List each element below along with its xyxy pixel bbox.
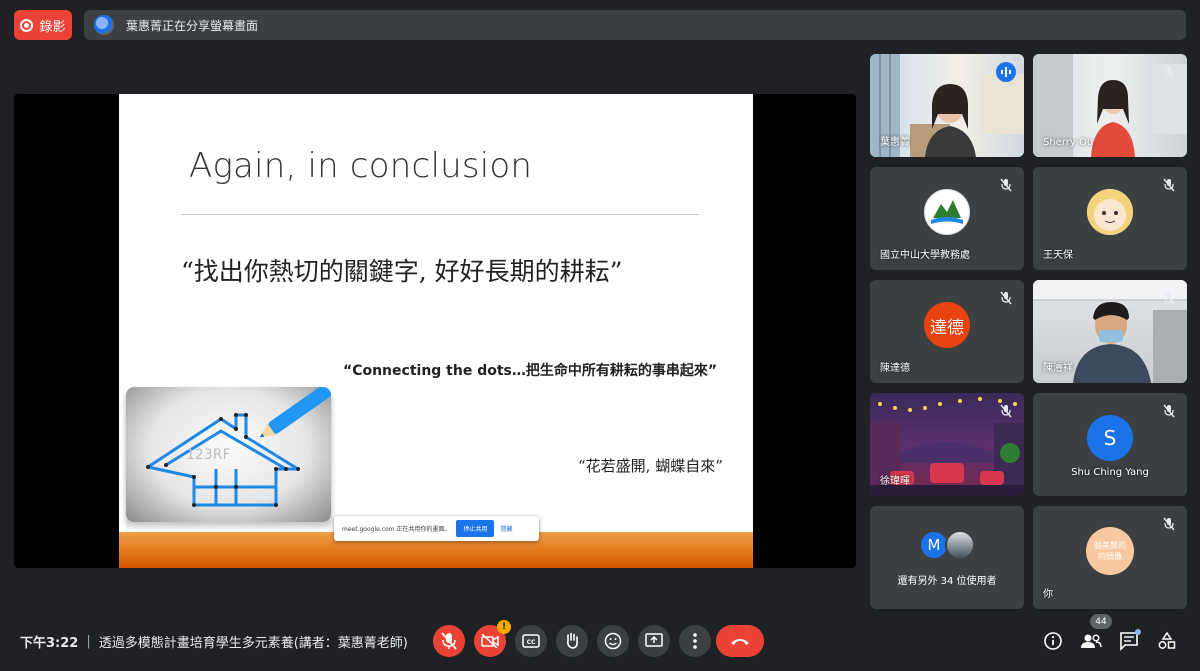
activities-button[interactable] bbox=[1155, 629, 1179, 653]
more-participants-tile[interactable]: M 還有另外 34 位使用者 bbox=[870, 506, 1024, 609]
participant-name: 陳達德 bbox=[880, 363, 910, 374]
hide-popup-button[interactable]: 隱藏 bbox=[500, 524, 512, 533]
participant-tile-2[interactable]: Sherry Ou bbox=[1033, 54, 1187, 157]
activities-icon bbox=[1158, 631, 1176, 649]
logo-icon bbox=[931, 200, 963, 225]
share-banner-text: 葉惠菁正在分享螢幕畫面 bbox=[126, 18, 259, 33]
participant-tile-3[interactable]: 國立中山大學教務處 bbox=[870, 167, 1024, 270]
slide-quote-flowers: “花若盛開, 蝴蝶自來” bbox=[578, 457, 723, 475]
initials-avatar: S bbox=[1087, 415, 1133, 462]
more-participants-label: 還有另外 34 位使用者 bbox=[897, 576, 997, 587]
svg-text:CC: CC bbox=[527, 639, 536, 646]
hang-up-icon bbox=[731, 639, 749, 645]
captions-button[interactable]: CC bbox=[515, 625, 547, 657]
raise-hand-button[interactable] bbox=[556, 625, 588, 657]
slide: Again, in conclusion “找出你熱切的關鍵字, 好好長期的耕耘… bbox=[119, 94, 753, 568]
stop-sharing-button[interactable]: 停止共用 bbox=[456, 520, 495, 537]
meeting-info: 下午3:22 | 透過多模態計畫培育學生多元素養(講者：葉惠菁老師) bbox=[20, 632, 408, 651]
participant-name: Sherry Ou bbox=[1043, 137, 1094, 148]
more-vert-icon bbox=[693, 633, 697, 649]
camera-warning-badge: ! bbox=[497, 620, 511, 634]
participant-tile-1[interactable]: 葉惠菁 bbox=[870, 54, 1024, 157]
mic-muted-icon bbox=[998, 290, 1014, 306]
more-participants-avatars: M bbox=[919, 530, 975, 561]
initials-avatar: 達德 bbox=[924, 302, 970, 349]
participant-name: 王天保 bbox=[1043, 250, 1073, 261]
presentation-area[interactable]: Again, in conclusion “找出你熱切的關鍵字, 好好長期的耕耘… bbox=[14, 94, 856, 568]
slide-quote-keywords: “找出你熱切的關鍵字, 好好長期的耕耘” bbox=[181, 257, 623, 286]
meeting-time: 下午3:22 bbox=[20, 636, 79, 651]
emoji-icon bbox=[604, 632, 622, 650]
hand-icon bbox=[567, 632, 578, 649]
presenter-avatar bbox=[94, 15, 114, 35]
participant-name: 葉惠菁 bbox=[880, 137, 910, 148]
present-screen-button[interactable] bbox=[638, 625, 670, 657]
image-watermark: 123RF bbox=[186, 447, 231, 463]
participant-name: 陳濬祥 bbox=[1043, 363, 1073, 374]
reactions-button[interactable] bbox=[597, 625, 629, 657]
mic-muted-icon bbox=[1161, 177, 1177, 193]
meeting-details-button[interactable] bbox=[1041, 629, 1065, 653]
mic-off-icon bbox=[441, 632, 457, 650]
participant-tile-7[interactable]: 徐瑋暉 bbox=[870, 393, 1024, 496]
mic-toggle-button[interactable] bbox=[433, 625, 465, 657]
slide-quote-connecting-dots: “Connecting the dots…把生命中所有耕耘的事串起來” bbox=[343, 363, 718, 379]
mic-muted-icon bbox=[998, 403, 1014, 419]
mic-muted-icon bbox=[1161, 403, 1177, 419]
participant-name: Shu Ching Yang bbox=[1071, 467, 1149, 478]
mic-muted-icon bbox=[1161, 64, 1177, 80]
participant-count-badge: 44 bbox=[1090, 614, 1112, 629]
cartoon-face-icon bbox=[1087, 189, 1133, 236]
participant-name: 你 bbox=[1043, 589, 1053, 600]
camera-toggle-button[interactable]: ! bbox=[474, 620, 511, 657]
info-icon bbox=[1044, 632, 1062, 650]
participant-name: 徐瑋暉 bbox=[880, 476, 910, 487]
slide-house-dots-image: 123RF bbox=[126, 387, 331, 522]
info-separator: | bbox=[86, 634, 91, 649]
photo-avatar bbox=[945, 530, 975, 561]
participant-tile-6[interactable]: 陳濬祥 bbox=[1033, 280, 1187, 383]
more-options-button[interactable] bbox=[679, 625, 711, 657]
self-tile[interactable]: 翁美賢的 的頭像 你 bbox=[1033, 506, 1187, 609]
screen-share-banner: 葉惠菁正在分享螢幕畫面 bbox=[84, 10, 1186, 40]
participant-tile-8[interactable]: S Shu Ching Yang bbox=[1033, 393, 1187, 496]
meet-window: 錄影 葉惠菁正在分享螢幕畫面 Again, in conclusion “找出你… bbox=[0, 0, 1200, 671]
closed-captions-icon: CC bbox=[522, 634, 540, 648]
slide-title: Again, in conclusion bbox=[189, 146, 533, 186]
participant-tile-4[interactable]: 王天保 bbox=[1033, 167, 1187, 270]
cartoon-avatar bbox=[1087, 189, 1133, 236]
present-screen-icon bbox=[645, 633, 663, 647]
people-icon bbox=[1081, 634, 1102, 648]
speaking-indicator-icon bbox=[996, 62, 1016, 82]
house-drawing-icon: 123RF bbox=[146, 387, 331, 507]
participant-tile-5[interactable]: 達德 陳達德 bbox=[870, 280, 1024, 383]
participant-name: 國立中山大學教務處 bbox=[880, 250, 970, 261]
meeting-title: 透過多模態計畫培育學生多元素養(講者：葉惠菁老師) bbox=[98, 636, 408, 651]
slide-divider bbox=[181, 214, 699, 215]
share-notification-popup: meet.google.com 正在共用你的畫面。 停止共用 隱藏 bbox=[334, 516, 539, 541]
self-avatar: 翁美賢的 的頭像 bbox=[1086, 527, 1134, 576]
camera-off-icon bbox=[481, 634, 499, 648]
chat-button[interactable] bbox=[1117, 629, 1141, 653]
slide-image-reflection bbox=[126, 522, 331, 532]
record-icon bbox=[20, 18, 34, 32]
people-button[interactable] bbox=[1079, 629, 1103, 653]
mic-muted-icon bbox=[998, 177, 1014, 193]
leave-call-button[interactable] bbox=[716, 625, 764, 657]
unread-indicator bbox=[1135, 629, 1141, 635]
university-logo-avatar bbox=[924, 189, 970, 236]
mic-muted-icon bbox=[1161, 290, 1177, 306]
mic-muted-icon bbox=[1161, 516, 1177, 532]
share-popup-text: meet.google.com 正在共用你的畫面。 bbox=[342, 526, 451, 533]
record-label: 錄影 bbox=[39, 19, 66, 35]
record-button[interactable]: 錄影 bbox=[14, 10, 72, 40]
